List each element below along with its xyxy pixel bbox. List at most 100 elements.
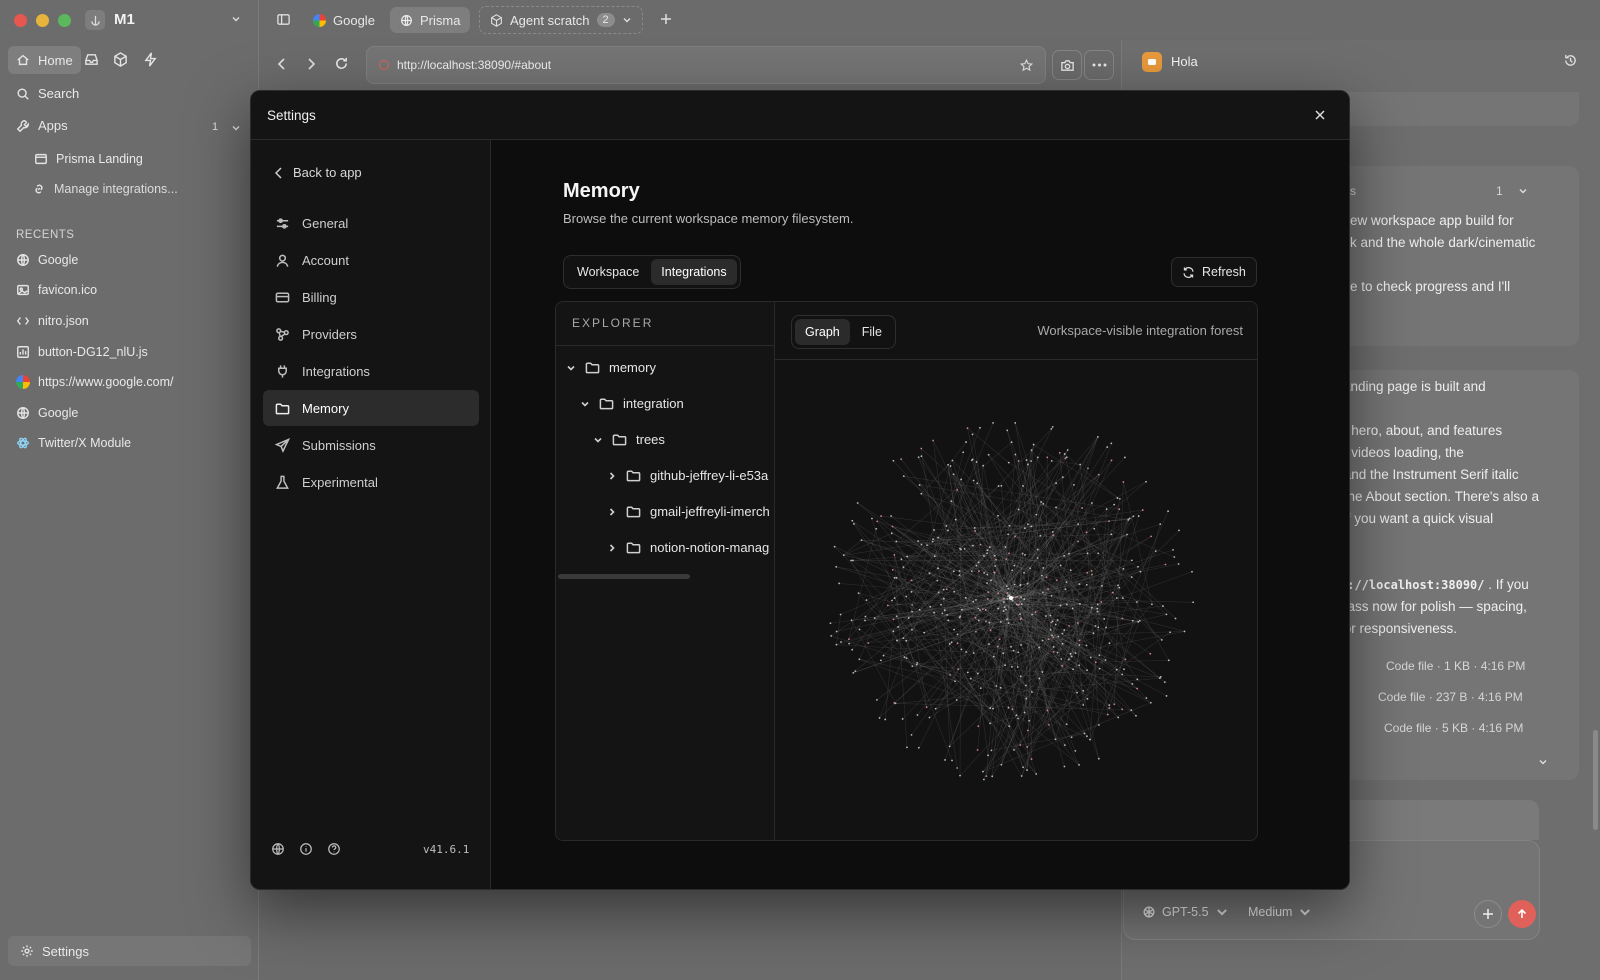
close-icon[interactable] [1314, 109, 1326, 121]
graph-node [848, 642, 851, 645]
recent-item[interactable]: Google [16, 406, 78, 420]
modal-title: Settings [267, 108, 316, 123]
horizontal-scrollbar[interactable] [558, 574, 690, 579]
chat-scrollbar[interactable] [1593, 730, 1598, 830]
graph-node [933, 529, 935, 531]
graph-node [934, 707, 937, 710]
send-button[interactable] [1508, 900, 1536, 928]
file-attachment-meta[interactable]: Code file · 5 KB · 4:16 PM [1384, 721, 1523, 735]
model-selector[interactable]: GPT-5.5 [1142, 905, 1229, 919]
graph-node [917, 540, 920, 543]
graph-node [1105, 626, 1107, 629]
address-bar[interactable]: http://localhost:38090/#about [366, 46, 1046, 84]
nav-item-memory[interactable]: Memory [263, 390, 479, 426]
recent-item[interactable]: https://www.google.com/ [16, 375, 173, 389]
tab-file[interactable]: File [852, 319, 892, 345]
forward-icon[interactable] [305, 57, 317, 71]
tab-graph[interactable]: Graph [795, 319, 850, 345]
graph-node [965, 651, 968, 653]
apps-section-toggle[interactable]: Apps [16, 118, 68, 133]
graph-node [949, 465, 952, 467]
nav-item-submissions[interactable]: Submissions [263, 427, 479, 463]
nav-item-billing[interactable]: Billing [263, 279, 479, 315]
graph-node [916, 714, 919, 716]
recent-item[interactable]: favicon.ico [16, 283, 97, 297]
graph-node [974, 616, 977, 619]
graph-node [997, 592, 1000, 595]
graph-node [1013, 564, 1016, 567]
home-button[interactable]: Home [8, 46, 81, 74]
nav-item-integrations[interactable]: Integrations [263, 353, 479, 389]
nav-item-experimental[interactable]: Experimental [263, 464, 479, 500]
tab-workspace[interactable]: Workspace [567, 259, 649, 285]
bolt-icon[interactable] [143, 52, 158, 67]
graph-node [1108, 704, 1111, 707]
inbox-icon[interactable] [84, 52, 99, 67]
graph-node [1019, 618, 1022, 621]
info-icon[interactable] [299, 842, 313, 856]
graph-node [882, 654, 885, 657]
tree-node-memory[interactable]: memory [566, 360, 656, 375]
graph-node [991, 775, 994, 778]
back-icon[interactable] [276, 57, 288, 71]
graph-node [918, 484, 921, 486]
graph-node [973, 527, 976, 529]
screenshot-button[interactable] [1052, 50, 1082, 80]
tree-node-gmail[interactable]: gmail-jeffreyli-imerch [607, 504, 770, 519]
tree-node-github[interactable]: github-jeffrey-li-e53a [607, 468, 768, 483]
nav-item-providers[interactable]: Providers [263, 316, 479, 352]
tab-prisma[interactable]: Prisma [390, 7, 471, 33]
tree-node-integration[interactable]: integration [580, 396, 684, 411]
recent-item[interactable]: button-DG12_nlU.js [16, 345, 148, 359]
file-attachment-meta[interactable]: Code file · 237 B · 4:16 PM [1378, 690, 1523, 704]
tab-integrations[interactable]: Integrations [651, 259, 737, 285]
settings-button[interactable]: Settings [8, 936, 251, 966]
minimize-window-button[interactable] [36, 14, 49, 27]
graph-node [988, 621, 991, 624]
tab-google[interactable]: Google [303, 7, 385, 33]
close-window-button[interactable] [14, 14, 27, 27]
chevron-down-icon[interactable] [231, 14, 241, 24]
tab-agent-scratch[interactable]: Agent scratch 2 [479, 6, 643, 34]
recent-item[interactable]: Google [16, 253, 78, 267]
refresh-button[interactable]: Refresh [1171, 257, 1257, 287]
graph-node [1035, 513, 1038, 516]
integration-forest-graph[interactable] [775, 360, 1258, 841]
cube-icon[interactable] [113, 52, 128, 67]
attach-button[interactable] [1474, 900, 1502, 928]
tree-node-notion[interactable]: notion-notion-manag [607, 540, 769, 555]
sidebar-item-prisma-landing[interactable]: Prisma Landing [34, 152, 143, 166]
graph-node [1028, 719, 1031, 722]
search-button[interactable]: Search [16, 86, 79, 101]
recent-item[interactable]: Twitter/X Module [16, 436, 131, 450]
graph-node [1040, 574, 1043, 577]
help-icon[interactable] [327, 842, 341, 856]
sidebar-item-manage-integrations[interactable]: Manage integrations... [32, 182, 178, 196]
effort-selector[interactable]: Medium [1248, 905, 1312, 919]
bookmark-star-icon[interactable] [1020, 58, 1033, 72]
back-to-app-link[interactable]: Back to app [275, 165, 362, 180]
nav-item-general[interactable]: General [263, 205, 479, 241]
chevron-down-icon[interactable] [1538, 757, 1548, 767]
globe-icon[interactable] [271, 842, 285, 856]
workspace-name[interactable]: M1 [114, 11, 135, 28]
message-line: ew workspace app build for [1350, 213, 1514, 228]
history-icon[interactable] [1563, 53, 1578, 68]
sidebar-toggle-icon[interactable] [276, 12, 291, 27]
tree-node-trees[interactable]: trees [593, 432, 665, 447]
folder-icon [612, 434, 627, 446]
nav-item-account[interactable]: Account [263, 242, 479, 278]
chevron-down-icon[interactable] [231, 123, 241, 133]
chevron-down-icon[interactable] [622, 15, 632, 25]
graph-node [1090, 570, 1093, 572]
reload-icon[interactable] [334, 56, 349, 71]
more-options-button[interactable] [1084, 50, 1114, 80]
graph-node [1010, 441, 1013, 444]
chevron-down-icon[interactable] [1518, 186, 1528, 196]
page-description: Browse the current workspace memory file… [563, 211, 854, 226]
file-attachment-meta[interactable]: Code file · 1 KB · 4:16 PM [1386, 659, 1525, 673]
graph-node [1076, 691, 1078, 694]
zoom-window-button[interactable] [58, 14, 71, 27]
new-tab-icon[interactable] [659, 12, 673, 26]
recent-item[interactable]: nitro.json [16, 314, 89, 328]
